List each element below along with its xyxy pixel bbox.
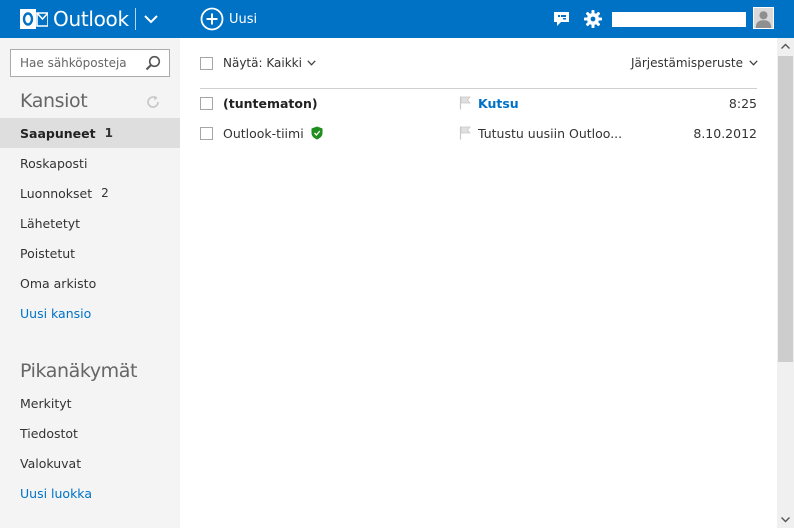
app-name: Outlook xyxy=(53,7,129,31)
select-all-checkbox[interactable] xyxy=(200,57,213,70)
message-sender: (tuntematon) xyxy=(223,88,318,118)
gear-icon[interactable] xyxy=(583,9,603,29)
quick-views-heading: Pikanäkymät xyxy=(20,360,138,382)
message-subject: Kutsu xyxy=(478,95,519,111)
sidebar-item-label: Merkityt xyxy=(20,395,72,411)
shield-icon xyxy=(311,126,323,140)
message-date: 8:25 xyxy=(728,95,757,111)
sidebar-item-valokuvat[interactable]: Valokuvat xyxy=(0,448,180,478)
sidebar-item-label: Poistetut xyxy=(20,245,76,261)
sidebar-item-label: Roskaposti xyxy=(20,155,88,171)
search-icon[interactable] xyxy=(145,55,161,71)
sidebar-item-lahetetyt[interactable]: Lähetetyt xyxy=(0,208,180,238)
sort-dropdown[interactable]: Järjestämisperuste xyxy=(631,56,758,70)
sidebar-item-label: Lähetetyt xyxy=(20,215,81,231)
sidebar-item-poistetut[interactable]: Poistetut xyxy=(0,238,180,268)
sidebar-item-label: Saapuneet xyxy=(20,125,96,141)
message-row[interactable]: (tuntematon) Kutsu 8:25 xyxy=(180,88,777,118)
new-category-label: Uusi luokka xyxy=(20,485,92,501)
sidebar-item-label: Oma arkisto xyxy=(20,275,97,291)
message-checkbox[interactable] xyxy=(200,97,213,110)
message-list-pane: Näytä: Kaikki Järjestämisperuste (tuntem… xyxy=(180,38,777,528)
avatar[interactable] xyxy=(753,7,774,29)
message-checkbox[interactable] xyxy=(200,127,213,140)
vertical-scrollbar[interactable] xyxy=(777,38,794,528)
scrollbar-thumb[interactable] xyxy=(778,56,793,362)
sidebar-item-merkityt[interactable]: Merkityt xyxy=(0,388,180,418)
brand[interactable]: Outlook xyxy=(20,6,129,32)
chevron-down-icon xyxy=(749,60,758,66)
new-folder-label: Uusi kansio xyxy=(20,305,92,321)
new-category-link[interactable]: Uusi luokka xyxy=(0,478,180,508)
sender-name: Outlook-tiimi xyxy=(223,125,304,141)
new-message-label: Uusi xyxy=(229,11,258,27)
sidebar-item-tiedostot[interactable]: Tiedostot xyxy=(0,418,180,448)
account-name[interactable] xyxy=(612,12,746,27)
search-input[interactable] xyxy=(11,50,141,76)
sidebar-item-luonnokset[interactable]: Luonnokset 2 xyxy=(0,178,180,208)
flag-icon[interactable] xyxy=(459,96,471,110)
scroll-down-icon[interactable] xyxy=(777,511,794,528)
avatar-icon xyxy=(754,8,773,28)
folders-heading: Kansiot xyxy=(20,90,88,112)
message-row[interactable]: Outlook-tiimi Tutustu uusiin Outloo... 8… xyxy=(180,118,777,148)
top-bar: Outlook Uusi xyxy=(0,0,794,38)
chevron-down-icon[interactable] xyxy=(142,9,160,29)
new-folder-link[interactable]: Uusi kansio xyxy=(0,298,180,328)
list-toolbar: Näytä: Kaikki Järjestämisperuste xyxy=(180,38,777,88)
filter-dropdown[interactable]: Näytä: Kaikki xyxy=(223,56,316,70)
sidebar-item-label: Luonnokset xyxy=(20,185,93,201)
sort-label: Järjestämisperuste xyxy=(630,56,743,70)
message-sender: Outlook-tiimi xyxy=(223,118,323,148)
message-subject: Tutustu uusiin Outloo... xyxy=(478,125,623,141)
outlook-logo-icon xyxy=(20,9,48,29)
unread-count: 1 xyxy=(104,126,113,140)
chat-icon[interactable] xyxy=(552,9,572,29)
chevron-down-icon xyxy=(307,60,316,66)
plus-circle-icon xyxy=(200,7,224,31)
flag-icon[interactable] xyxy=(459,126,471,140)
sidebar-item-oma-arkisto[interactable]: Oma arkisto xyxy=(0,268,180,298)
message-date: 8.10.2012 xyxy=(693,125,757,141)
scroll-up-icon[interactable] xyxy=(777,38,794,55)
filter-label: Näytä: Kaikki xyxy=(223,56,302,70)
sidebar-item-label: Tiedostot xyxy=(20,425,78,441)
sidebar-item-label: Valokuvat xyxy=(20,455,82,471)
refresh-icon[interactable] xyxy=(145,94,161,110)
draft-count: 2 xyxy=(101,186,109,200)
new-message-button[interactable]: Uusi xyxy=(200,6,257,32)
brand-divider xyxy=(135,8,136,30)
sidebar-item-roskaposti[interactable]: Roskaposti xyxy=(0,148,180,178)
sidebar-item-saapuneet[interactable]: Saapuneet 1 xyxy=(0,118,180,148)
sidebar: Kansiot Saapuneet 1 Roskaposti Luonnokse… xyxy=(0,38,180,528)
search-box xyxy=(10,49,170,77)
sender-name: (tuntematon) xyxy=(223,95,318,111)
